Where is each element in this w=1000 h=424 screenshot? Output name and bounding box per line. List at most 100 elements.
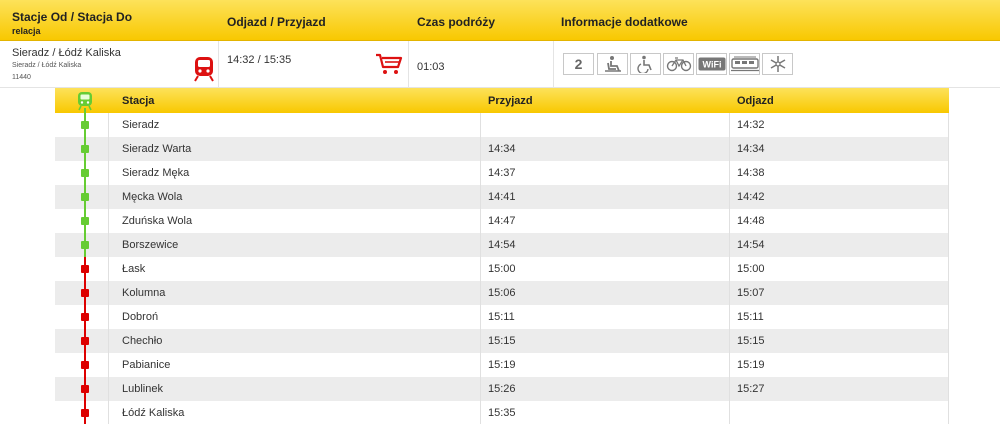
stop-arrival: 15:15 bbox=[488, 335, 516, 347]
second-class-label: 2 bbox=[574, 56, 583, 72]
route-row[interactable] bbox=[0, 41, 1000, 88]
track-segment bbox=[84, 108, 86, 118]
divider bbox=[480, 233, 481, 257]
divider bbox=[408, 41, 409, 88]
stop-arrival: 14:34 bbox=[488, 143, 516, 155]
table-row: Pabianice 15:19 15:19 bbox=[55, 353, 949, 377]
header-stations: Stacje Od / Stacja Do bbox=[12, 10, 133, 24]
stop-marker bbox=[81, 289, 89, 297]
stop-station: Łask bbox=[122, 263, 146, 275]
stop-departure: 15:07 bbox=[737, 287, 765, 299]
stop-arrival: 15:11 bbox=[488, 311, 515, 323]
stop-marker bbox=[81, 241, 89, 249]
divider bbox=[480, 281, 481, 305]
stop-station: Kolumna bbox=[122, 287, 166, 299]
stop-arrival: 15:19 bbox=[488, 359, 516, 371]
divider bbox=[948, 161, 949, 185]
divider bbox=[108, 137, 109, 161]
stop-station: Chechło bbox=[122, 335, 163, 347]
column-station: Stacja bbox=[122, 95, 155, 107]
divider bbox=[948, 305, 949, 329]
stop-station: Sieradz bbox=[122, 119, 160, 131]
route-relation: Sieradz / Łódź Kaliska bbox=[12, 62, 82, 69]
air-conditioning-icon bbox=[762, 53, 793, 75]
divider bbox=[729, 377, 730, 401]
train-icon bbox=[194, 57, 214, 82]
divider bbox=[480, 161, 481, 185]
divider bbox=[729, 401, 730, 424]
divider bbox=[948, 209, 949, 233]
divider bbox=[218, 41, 219, 88]
divider bbox=[729, 233, 730, 257]
stop-arrival: 14:54 bbox=[488, 239, 516, 251]
divider bbox=[948, 257, 949, 281]
stop-marker bbox=[81, 217, 89, 225]
stop-marker bbox=[81, 193, 89, 201]
divider bbox=[948, 353, 949, 377]
divider bbox=[948, 137, 949, 161]
stop-arrival: 15:00 bbox=[488, 263, 516, 275]
divider bbox=[108, 353, 109, 377]
stop-station: Pabianice bbox=[122, 359, 171, 371]
table-row: Chechło 15:15 15:15 bbox=[55, 329, 949, 353]
divider bbox=[480, 401, 481, 424]
divider bbox=[108, 233, 109, 257]
divider bbox=[948, 281, 949, 305]
divider bbox=[480, 329, 481, 353]
wheelchair-icon bbox=[630, 53, 661, 75]
wifi-label: WiFi bbox=[702, 60, 721, 70]
stop-station: Sieradz Męka bbox=[122, 167, 190, 179]
train-number: 11440 bbox=[12, 74, 31, 81]
stop-arrival: 15:26 bbox=[488, 383, 516, 395]
stop-departure: 15:15 bbox=[737, 335, 765, 347]
stop-departure: 15:19 bbox=[737, 359, 765, 371]
table-row: Łask 15:00 15:00 bbox=[55, 257, 949, 281]
divider bbox=[729, 137, 730, 161]
stop-arrival: 14:41 bbox=[488, 191, 516, 203]
stop-marker bbox=[81, 385, 89, 393]
results-header: Stacje Od / Stacja Do relacja Odjazd / P… bbox=[0, 0, 1000, 41]
stop-station: Borszewice bbox=[122, 239, 179, 251]
divider bbox=[108, 329, 109, 353]
stop-marker bbox=[81, 361, 89, 369]
header-times: Odjazd / Przyjazd bbox=[227, 15, 326, 29]
divider bbox=[553, 41, 554, 88]
divider bbox=[948, 233, 949, 257]
divider bbox=[108, 305, 109, 329]
column-departure: Odjazd bbox=[737, 95, 774, 107]
divider bbox=[108, 401, 109, 424]
route-name[interactable]: Sieradz / Łódź Kaliska bbox=[12, 47, 121, 59]
second-class-icon: 2 bbox=[563, 53, 594, 75]
column-arrival: Przyjazd bbox=[488, 95, 533, 107]
stop-station: Dobroń bbox=[122, 311, 159, 323]
train-car-icon bbox=[729, 53, 760, 75]
stops-table-header: Stacja Przyjazd Odjazd bbox=[55, 88, 949, 113]
stop-marker bbox=[81, 409, 89, 417]
divider bbox=[108, 161, 109, 185]
stop-marker bbox=[81, 313, 89, 321]
divider bbox=[480, 137, 481, 161]
divider bbox=[108, 377, 109, 401]
shopping-cart-icon[interactable] bbox=[375, 52, 403, 76]
divider bbox=[108, 257, 109, 281]
divider bbox=[108, 281, 109, 305]
table-row: Borszewice 14:54 14:54 bbox=[55, 233, 949, 257]
table-row: Dobroń 15:11 15:11 bbox=[55, 305, 949, 329]
table-row: Sieradz Warta 14:34 14:34 bbox=[55, 137, 949, 161]
stop-marker bbox=[81, 265, 89, 273]
divider bbox=[729, 257, 730, 281]
divider bbox=[948, 401, 949, 424]
table-row: Kolumna 15:06 15:07 bbox=[55, 281, 949, 305]
stop-departure: 14:34 bbox=[737, 143, 765, 155]
stop-marker bbox=[81, 145, 89, 153]
table-row: Zduńska Wola 14:47 14:48 bbox=[55, 209, 949, 233]
stop-departure: 15:00 bbox=[737, 263, 765, 275]
table-row: Lublinek 15:26 15:27 bbox=[55, 377, 949, 401]
stop-arrival: 14:47 bbox=[488, 215, 516, 227]
stop-arrival: 15:35 bbox=[488, 407, 516, 419]
table-row: Sieradz Męka 14:37 14:38 bbox=[55, 161, 949, 185]
stop-departure: 15:27 bbox=[737, 383, 765, 395]
stop-marker bbox=[81, 169, 89, 177]
stop-departure: 15:11 bbox=[737, 311, 764, 323]
divider bbox=[729, 329, 730, 353]
